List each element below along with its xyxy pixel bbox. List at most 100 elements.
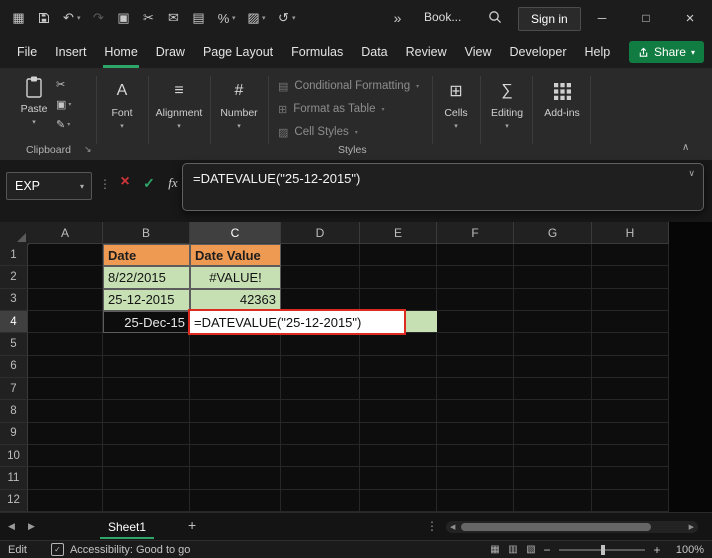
cell-F7[interactable] — [437, 378, 514, 401]
row-header-10[interactable]: 10 — [0, 445, 28, 468]
row-header-5[interactable]: 5 — [0, 333, 28, 356]
paste-button[interactable]: Paste ▾ — [16, 75, 52, 147]
cell-E11[interactable] — [360, 467, 437, 490]
cell-C12[interactable] — [190, 489, 281, 512]
copy-icon[interactable]: ▣ — [111, 5, 136, 31]
ribbon-tab-developer[interactable]: Developer — [501, 36, 576, 68]
row-header-7[interactable]: 7 — [0, 378, 28, 401]
cell-E8[interactable] — [360, 400, 437, 423]
scrollbar-thumb[interactable] — [461, 523, 651, 531]
cell-C4-edit-overlay[interactable]: =DATEVALUE("25-12-2015") — [188, 309, 406, 335]
cell-H4[interactable] — [592, 311, 669, 334]
excel-logo-icon[interactable]: ▦ — [6, 5, 31, 31]
copy-button[interactable]: ▣ ▾ — [56, 97, 71, 112]
search-icon[interactable] — [488, 10, 502, 29]
cell-F4[interactable] — [437, 311, 514, 334]
cell-F11[interactable] — [437, 467, 514, 490]
page-layout-view-icon[interactable]: ▥ — [504, 544, 522, 555]
cell-C5[interactable] — [190, 333, 281, 356]
cell-B7[interactable] — [103, 378, 190, 401]
undo-chevron-icon[interactable]: ▾ — [77, 14, 86, 22]
scroll-right-icon[interactable]: ▶ — [689, 523, 694, 531]
ribbon-tab-draw[interactable]: Draw — [147, 36, 194, 68]
cell-C11[interactable] — [190, 467, 281, 490]
cell-B2[interactable]: 8/22/2015 — [103, 266, 190, 289]
row-header-1[interactable]: 1 — [0, 244, 28, 267]
table-rows-icon[interactable]: ▤ — [186, 5, 211, 31]
cell-A7[interactable] — [28, 378, 103, 401]
ribbon-tab-formulas[interactable]: Formulas — [282, 36, 352, 68]
cell-C1[interactable]: Date Value — [190, 244, 281, 267]
cell-G4[interactable] — [514, 311, 592, 334]
format-painter-button[interactable]: ✎ ▾ — [56, 117, 71, 132]
group-font[interactable]: A Font ▾ — [96, 78, 148, 152]
cell-F3[interactable] — [437, 288, 514, 311]
group-add-ins[interactable]: Add-ins — [534, 78, 590, 152]
row-header-2[interactable]: 2 — [0, 266, 28, 289]
cell-G8[interactable] — [514, 400, 592, 423]
insert-function-icon[interactable]: fx — [162, 175, 184, 191]
ribbon-tab-home[interactable]: Home — [95, 36, 146, 68]
ribbon-tab-data[interactable]: Data — [352, 36, 396, 68]
cell-C6[interactable] — [190, 355, 281, 378]
cell-F10[interactable] — [437, 445, 514, 468]
ribbon-tab-review[interactable]: Review — [397, 36, 456, 68]
cell-B12[interactable] — [103, 489, 190, 512]
cell-A1[interactable] — [28, 244, 103, 267]
cell-D3[interactable] — [281, 288, 360, 311]
cell-G10[interactable] — [514, 445, 592, 468]
formula-input[interactable]: =DATEVALUE("25-12-2015") ∨ — [182, 163, 704, 211]
maximize-button[interactable]: □ — [624, 0, 668, 36]
cell-H7[interactable] — [592, 378, 669, 401]
percent-style-chevron-icon[interactable]: ▾ — [232, 14, 241, 22]
cell-B10[interactable] — [103, 445, 190, 468]
ribbon-tab-page-layout[interactable]: Page Layout — [194, 36, 282, 68]
cell-F1[interactable] — [437, 244, 514, 267]
row-header-3[interactable]: 3 — [0, 288, 28, 311]
save-icon[interactable] — [31, 5, 56, 31]
cell-D9[interactable] — [281, 422, 360, 445]
cell-B1[interactable]: Date — [103, 244, 190, 267]
cell-H10[interactable] — [592, 445, 669, 468]
conditional-formatting-button[interactable]: ▤ Conditional Formatting ▾ — [278, 76, 419, 96]
cell-A11[interactable] — [28, 467, 103, 490]
cell-H3[interactable] — [592, 288, 669, 311]
cell-H12[interactable] — [592, 489, 669, 512]
page-break-view-icon[interactable]: ▧ — [522, 544, 540, 555]
cell-G5[interactable] — [514, 333, 592, 356]
cell-E1[interactable] — [360, 244, 437, 267]
ribbon-tab-file[interactable]: File — [8, 36, 46, 68]
rotate-chevron-icon[interactable]: ▾ — [292, 14, 301, 22]
select-all-button[interactable] — [0, 222, 29, 245]
zoom-level[interactable]: 100% — [668, 544, 704, 556]
cell-D11[interactable] — [281, 467, 360, 490]
cell-D12[interactable] — [281, 489, 360, 512]
cell-G12[interactable] — [514, 489, 592, 512]
column-header-F[interactable]: F — [437, 222, 514, 244]
row-header-6[interactable]: 6 — [0, 355, 28, 378]
cell-G11[interactable] — [514, 467, 592, 490]
name-box[interactable]: EXP ▾ — [6, 172, 92, 200]
cell-E12[interactable] — [360, 489, 437, 512]
share-button[interactable]: Share ▾ — [628, 41, 704, 63]
horizontal-scrollbar[interactable]: ◀ ▶ — [446, 521, 698, 533]
format-as-table-button[interactable]: ⊞ Format as Table ▾ — [278, 99, 384, 119]
cell-C8[interactable] — [190, 400, 281, 423]
cell-C7[interactable] — [190, 378, 281, 401]
row-header-4[interactable]: 4 — [0, 311, 28, 334]
ribbon-tab-insert[interactable]: Insert — [46, 36, 95, 68]
cell-D10[interactable] — [281, 445, 360, 468]
group-editing[interactable]: ∑ Editing ▾ — [482, 78, 532, 152]
cell-styles-button[interactable]: ▨ Cell Styles ▾ — [278, 122, 358, 142]
name-box-chevron-icon[interactable]: ▾ — [80, 182, 91, 191]
cut-button[interactable]: ✂ — [56, 77, 71, 92]
cell-H1[interactable] — [592, 244, 669, 267]
sheet-nav-left-icon[interactable]: ◀ — [8, 521, 15, 532]
cell-D8[interactable] — [281, 400, 360, 423]
enter-icon[interactable]: ✓ — [138, 175, 160, 192]
cell-F2[interactable] — [437, 266, 514, 289]
cell-D6[interactable] — [281, 355, 360, 378]
cell-G9[interactable] — [514, 422, 592, 445]
cell-G7[interactable] — [514, 378, 592, 401]
cell-B11[interactable] — [103, 467, 190, 490]
